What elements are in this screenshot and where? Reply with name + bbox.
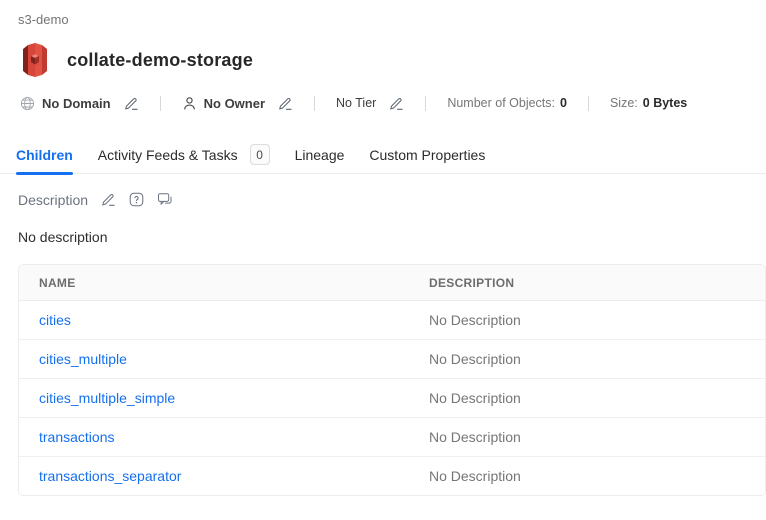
description-header: Description bbox=[18, 191, 766, 208]
tab-bar: Children Activity Feeds & Tasks 0 Lineag… bbox=[0, 136, 766, 174]
table-row: transactions No Description bbox=[19, 418, 765, 457]
edit-pencil-icon bbox=[101, 192, 116, 207]
child-description: No Description bbox=[409, 301, 765, 340]
objects-value: 0 bbox=[560, 96, 567, 110]
column-header-description: DESCRIPTION bbox=[409, 265, 765, 301]
s3-bucket-icon bbox=[20, 43, 50, 77]
page-title: collate-demo-storage bbox=[67, 50, 253, 71]
children-tab-panel: Description bbox=[0, 191, 766, 496]
divider bbox=[314, 96, 315, 111]
tier-info: No Tier bbox=[336, 96, 404, 111]
objects-count: Number of Objects: 0 bbox=[447, 96, 567, 110]
child-link[interactable]: cities bbox=[39, 312, 71, 328]
child-description: No Description bbox=[409, 379, 765, 418]
tier-label: No Tier bbox=[336, 96, 376, 110]
description-conversation-button[interactable] bbox=[157, 192, 173, 207]
child-description: No Description bbox=[409, 340, 765, 379]
objects-label: Number of Objects: bbox=[447, 96, 555, 110]
question-icon bbox=[129, 192, 144, 207]
domain-info: No Domain bbox=[20, 96, 139, 111]
edit-description-button[interactable] bbox=[101, 192, 116, 207]
children-table: NAME DESCRIPTION cities No Description c… bbox=[18, 264, 766, 496]
divider bbox=[588, 96, 589, 111]
breadcrumb: s3-demo bbox=[0, 0, 766, 26]
user-icon bbox=[182, 96, 197, 111]
tab-label: Custom Properties bbox=[369, 147, 485, 163]
edit-domain-button[interactable] bbox=[124, 96, 139, 111]
owner-info: No Owner bbox=[182, 96, 293, 111]
table-row: transactions_separator No Description bbox=[19, 457, 765, 496]
child-link[interactable]: cities_multiple_simple bbox=[39, 390, 175, 406]
child-description: No Description bbox=[409, 457, 765, 496]
tab-label: Activity Feeds & Tasks bbox=[98, 147, 238, 163]
column-header-name: NAME bbox=[19, 265, 409, 301]
divider bbox=[425, 96, 426, 111]
tab-children[interactable]: Children bbox=[16, 136, 73, 174]
table-row: cities_multiple_simple No Description bbox=[19, 379, 765, 418]
child-link[interactable]: transactions bbox=[39, 429, 114, 445]
edit-owner-button[interactable] bbox=[278, 96, 293, 111]
edit-pencil-icon bbox=[124, 96, 139, 111]
tab-activity-feeds-tasks[interactable]: Activity Feeds & Tasks 0 bbox=[98, 136, 270, 174]
tab-lineage[interactable]: Lineage bbox=[295, 136, 345, 174]
tab-custom-properties[interactable]: Custom Properties bbox=[369, 136, 485, 174]
domain-label: No Domain bbox=[42, 96, 111, 111]
owner-label: No Owner bbox=[204, 96, 265, 111]
divider bbox=[160, 96, 161, 111]
size-label: Size: bbox=[610, 96, 638, 110]
edit-pencil-icon bbox=[278, 96, 293, 111]
breadcrumb-service-link[interactable]: s3-demo bbox=[18, 12, 69, 27]
table-row: cities No Description bbox=[19, 301, 765, 340]
size-value: 0 Bytes bbox=[643, 96, 687, 110]
edit-tier-button[interactable] bbox=[389, 96, 404, 111]
entity-header: collate-demo-storage bbox=[0, 43, 766, 77]
tab-label: Lineage bbox=[295, 147, 345, 163]
activity-count-badge: 0 bbox=[250, 144, 270, 165]
container-details-page: s3-demo collate-demo-storage bbox=[0, 0, 766, 520]
edit-pencil-icon bbox=[389, 96, 404, 111]
comments-icon bbox=[157, 192, 173, 207]
child-description: No Description bbox=[409, 418, 765, 457]
child-link[interactable]: cities_multiple bbox=[39, 351, 127, 367]
table-header-row: NAME DESCRIPTION bbox=[19, 265, 765, 301]
entity-meta-bar: No Domain No Owner bbox=[0, 93, 766, 113]
tab-label: Children bbox=[16, 147, 73, 163]
child-link[interactable]: transactions_separator bbox=[39, 468, 181, 484]
description-empty-text: No description bbox=[18, 229, 766, 245]
size-info: Size: 0 Bytes bbox=[610, 96, 687, 110]
description-label: Description bbox=[18, 192, 88, 208]
request-description-button[interactable] bbox=[129, 192, 144, 207]
globe-icon bbox=[20, 96, 35, 111]
table-row: cities_multiple No Description bbox=[19, 340, 765, 379]
